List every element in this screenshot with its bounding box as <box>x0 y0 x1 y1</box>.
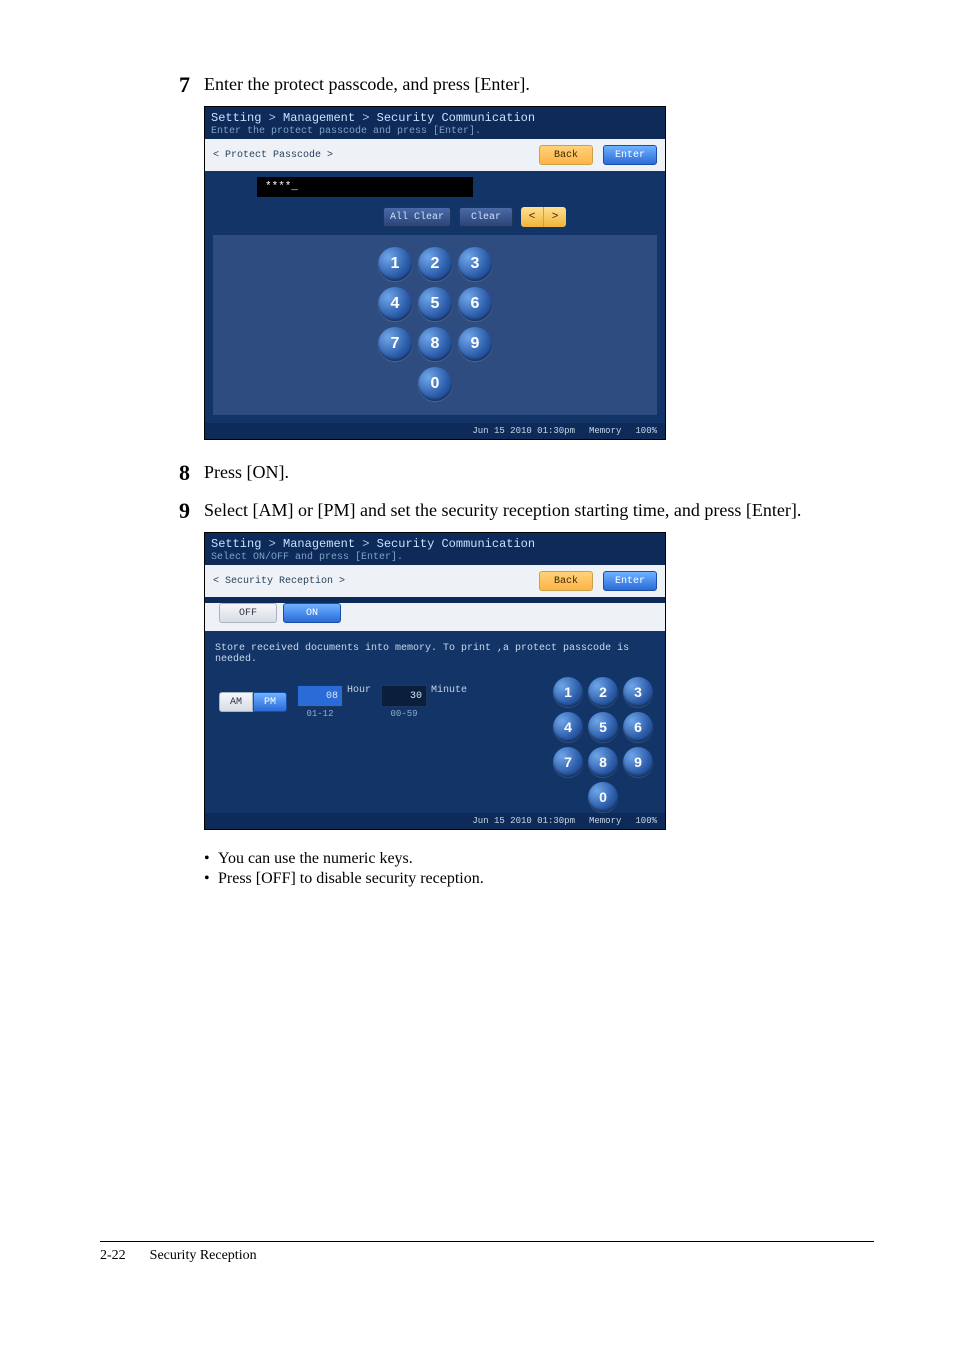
note-text: You can use the numeric keys. <box>218 850 413 868</box>
keypad-9[interactable]: 9 <box>623 747 653 777</box>
page-number: 2-22 <box>100 1248 126 1264</box>
keypad-8[interactable]: 8 <box>418 327 452 361</box>
minute-label: Minute <box>431 685 467 696</box>
breadcrumb-a: Setting <box>211 537 261 551</box>
panel-label: < Protect Passcode > <box>213 150 333 161</box>
am-button[interactable]: AM <box>219 692 253 712</box>
breadcrumb-a: Setting <box>211 111 261 125</box>
keypad-0[interactable]: 0 <box>418 367 452 401</box>
hour-label: Hour <box>347 685 371 696</box>
keypad-9[interactable]: 9 <box>458 327 492 361</box>
keypad-5[interactable]: 5 <box>418 287 452 321</box>
chevron-right-icon: > <box>269 537 276 551</box>
pm-button[interactable]: PM <box>253 692 287 712</box>
status-memory-value: 100% <box>635 426 657 436</box>
step-8: 8 Press [ON]. <box>160 460 874 486</box>
on-toggle[interactable]: ON <box>283 603 341 623</box>
back-button[interactable]: Back <box>539 571 593 591</box>
screen-instruction: Enter the protect passcode and press [En… <box>211 126 659 137</box>
bullet-icon: • <box>204 850 218 868</box>
status-datetime: Jun 15 2010 01:30pm <box>472 816 575 826</box>
step-number: 9 <box>160 498 190 524</box>
chevron-right-icon: > <box>362 111 369 125</box>
keypad-7[interactable]: 7 <box>378 327 412 361</box>
enter-button[interactable]: Enter <box>603 571 657 591</box>
status-bar: Jun 15 2010 01:30pm Memory 100% <box>205 423 665 439</box>
all-clear-button[interactable]: All Clear <box>383 207 451 227</box>
screen-instruction: Select ON/OFF and press [Enter]. <box>211 552 659 563</box>
keypad-7[interactable]: 7 <box>553 747 583 777</box>
keypad-4[interactable]: 4 <box>553 712 583 742</box>
cursor-arrows: < > <box>521 207 566 227</box>
bullet-icon: • <box>204 870 218 888</box>
page-title: Security Reception <box>150 1248 257 1264</box>
numeric-keypad: 1 2 3 4 5 6 7 8 9 0 <box>213 235 657 415</box>
arrow-left-button[interactable]: < <box>521 207 544 227</box>
off-toggle[interactable]: OFF <box>219 603 277 623</box>
breadcrumb-c: Security Communication <box>377 537 535 551</box>
keypad-2[interactable]: 2 <box>588 677 618 707</box>
minute-input[interactable]: 30 <box>381 685 427 707</box>
keypad-2[interactable]: 2 <box>418 247 452 281</box>
keypad-1[interactable]: 1 <box>553 677 583 707</box>
breadcrumb: Setting > Management > Security Communic… <box>211 111 659 125</box>
keypad-1[interactable]: 1 <box>378 247 412 281</box>
keypad-8[interactable]: 8 <box>588 747 618 777</box>
note-text: Press [OFF] to disable security receptio… <box>218 870 484 888</box>
breadcrumb-b: Management <box>283 111 355 125</box>
passcode-input[interactable]: ****_ <box>257 177 473 197</box>
enter-button[interactable]: Enter <box>603 145 657 165</box>
status-bar: Jun 15 2010 01:30pm Memory 100% <box>205 813 665 829</box>
status-memory-label: Memory <box>589 816 621 826</box>
keypad-4[interactable]: 4 <box>378 287 412 321</box>
hour-range: 01-12 <box>306 709 333 719</box>
chevron-right-icon: > <box>362 537 369 551</box>
info-text: Store received documents into memory. To… <box>215 643 657 665</box>
keypad-6[interactable]: 6 <box>623 712 653 742</box>
step-text: Select [AM] or [PM] and set the security… <box>204 498 874 523</box>
breadcrumb: Setting > Management > Security Communic… <box>211 537 659 551</box>
breadcrumb-c: Security Communication <box>377 111 535 125</box>
minute-range: 00-59 <box>391 709 418 719</box>
hour-input[interactable]: 08 <box>297 685 343 707</box>
chevron-right-icon: > <box>269 111 276 125</box>
back-button[interactable]: Back <box>539 145 593 165</box>
notes-list: • You can use the numeric keys. • Press … <box>204 850 874 888</box>
step-7: 7 Enter the protect passcode, and press … <box>160 72 874 98</box>
screenshot-protect-passcode: Setting > Management > Security Communic… <box>204 106 874 440</box>
page-footer: 2-22 Security Reception <box>100 1241 874 1264</box>
clear-button[interactable]: Clear <box>459 207 513 227</box>
keypad-3[interactable]: 3 <box>458 247 492 281</box>
step-text: Press [ON]. <box>204 460 874 485</box>
keypad-3[interactable]: 3 <box>623 677 653 707</box>
numeric-keypad: 1 2 3 4 5 6 7 8 9 0 <box>553 677 653 812</box>
step-9: 9 Select [AM] or [PM] and set the securi… <box>160 498 874 524</box>
keypad-6[interactable]: 6 <box>458 287 492 321</box>
breadcrumb-b: Management <box>283 537 355 551</box>
status-memory-value: 100% <box>635 816 657 826</box>
screenshot-security-reception: Setting > Management > Security Communic… <box>204 532 874 830</box>
status-memory-label: Memory <box>589 426 621 436</box>
keypad-0[interactable]: 0 <box>588 782 618 812</box>
step-text: Enter the protect passcode, and press [E… <box>204 72 874 97</box>
step-number: 8 <box>160 460 190 486</box>
step-number: 7 <box>160 72 190 98</box>
panel-label: < Security Reception > <box>213 576 345 587</box>
status-datetime: Jun 15 2010 01:30pm <box>472 426 575 436</box>
keypad-5[interactable]: 5 <box>588 712 618 742</box>
arrow-right-button[interactable]: > <box>544 207 566 227</box>
